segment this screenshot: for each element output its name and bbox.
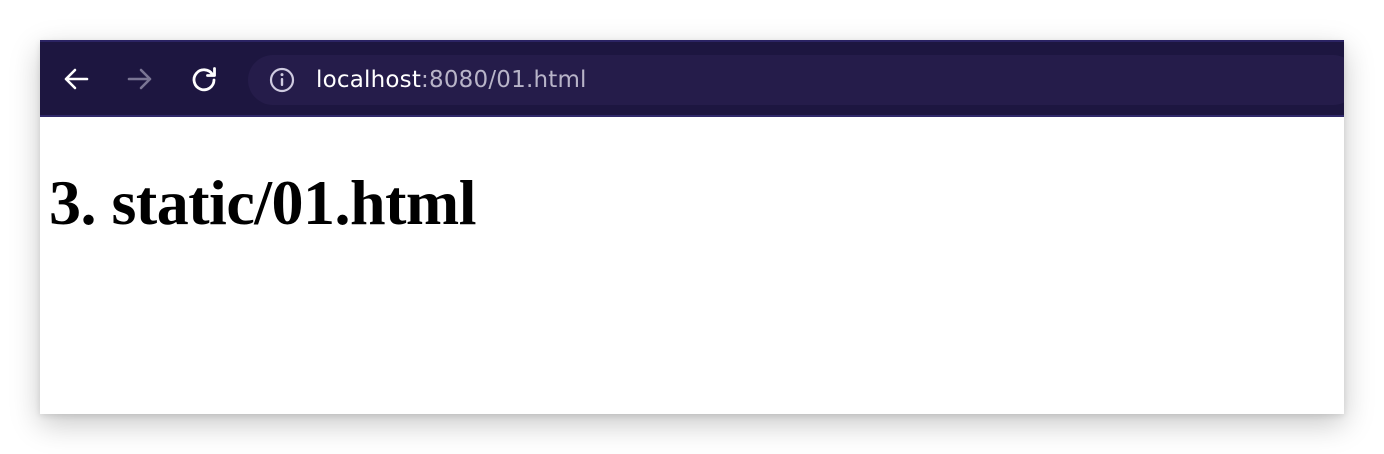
reload-button[interactable] [187, 62, 221, 96]
back-button[interactable] [59, 62, 93, 96]
url-path: :8080/01.html [421, 67, 587, 93]
browser-window: localhost:8080/01.html 3. static/01.html [40, 40, 1344, 414]
browser-toolbar: localhost:8080/01.html [40, 40, 1344, 117]
info-icon[interactable] [269, 67, 295, 93]
forward-button[interactable] [123, 62, 157, 96]
address-bar[interactable]: localhost:8080/01.html [248, 55, 1344, 105]
page-heading: 3. static/01.html [49, 167, 477, 238]
page-content: 3. static/01.html [40, 117, 1344, 414]
reload-icon [189, 64, 219, 94]
screenshot-stage: localhost:8080/01.html 3. static/01.html [0, 0, 1384, 454]
arrow-right-icon [126, 65, 154, 93]
url-text[interactable]: localhost:8080/01.html [316, 66, 587, 94]
url-host: localhost [316, 67, 422, 93]
arrow-left-icon [62, 65, 90, 93]
